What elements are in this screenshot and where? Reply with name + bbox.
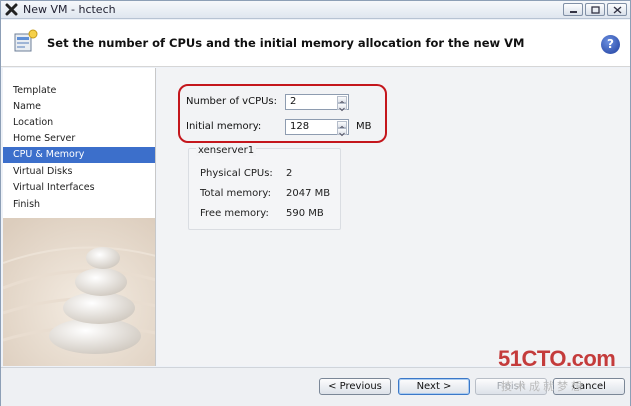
close-icon <box>613 6 622 14</box>
vcpus-value[interactable]: 2 <box>290 96 296 107</box>
wizard-header: Set the number of CPUs and the initial m… <box>1 20 630 67</box>
question-mark-icon[interactable]: ? <box>601 35 620 54</box>
page-title: Set the number of CPUs and the initial m… <box>47 36 525 50</box>
memory-spin-buttons <box>337 121 347 137</box>
previous-button[interactable]: < Previous <box>319 378 391 395</box>
memory-value[interactable]: 128 <box>290 121 309 132</box>
watermark-slogan: 技术成就梦想 <box>501 380 585 393</box>
server-info-group: xenserver1 Physical CPUs: 2 Total memory… <box>188 145 341 230</box>
sidebar-item-cpu-memory[interactable]: CPU & Memory <box>3 147 155 163</box>
vcpus-stepper[interactable]: 2 <box>285 94 349 112</box>
vcpus-spin-buttons <box>337 96 347 112</box>
maximize-icon <box>591 6 600 14</box>
highlight-annotation <box>178 84 387 143</box>
new-vm-window: New VM - hctech Set the number of CPUs a… <box>0 0 631 406</box>
minimize-button[interactable] <box>563 3 583 16</box>
cpu-memory-panel: Number of vCPUs: 2 Initial memory: 128 M… <box>157 68 630 366</box>
watermark-logo: 51CTO.com <box>498 346 616 371</box>
free-memory-value: 590 MB <box>286 208 324 219</box>
server-name: xenserver1 <box>196 145 257 156</box>
vcpus-label: Number of vCPUs: <box>186 96 277 107</box>
physical-cpus-label: Physical CPUs: <box>200 168 273 179</box>
physical-cpus-value: 2 <box>286 168 293 179</box>
free-memory-label: Free memory: <box>200 208 269 219</box>
vm-wizard-icon <box>14 29 38 52</box>
title-bar: New VM - hctech <box>1 1 630 19</box>
sidebar-item-location[interactable]: Location <box>3 115 155 131</box>
memory-decrement-button[interactable] <box>337 128 347 137</box>
memory-label: Initial memory: <box>186 121 262 132</box>
sidebar-item-home-server[interactable]: Home Server <box>3 131 155 147</box>
chevron-down-icon <box>339 132 345 137</box>
total-memory-label: Total memory: <box>200 188 271 199</box>
close-window-button[interactable] <box>607 3 627 16</box>
memory-unit-label: MB <box>356 121 372 132</box>
zen-stones-image <box>3 218 155 366</box>
xen-x-icon <box>5 3 18 16</box>
memory-increment-button[interactable] <box>337 121 347 130</box>
sidebar-item-virtual-interfaces[interactable]: Virtual Interfaces <box>3 180 155 196</box>
sidebar-item-template[interactable]: Template <box>3 83 155 99</box>
window-title: New VM - hctech <box>23 3 116 16</box>
total-memory-value: 2047 MB <box>286 188 331 199</box>
minimize-icon <box>570 11 577 13</box>
sidebar-item-finish[interactable]: Finish <box>3 197 155 213</box>
sidebar-item-name[interactable]: Name <box>3 99 155 115</box>
wizard-steps-sidebar: Template Name Location Home Server CPU &… <box>3 68 156 366</box>
chevron-down-icon <box>339 107 345 112</box>
sidebar-item-virtual-disks[interactable]: Virtual Disks <box>3 164 155 180</box>
maximize-button[interactable] <box>585 3 605 16</box>
next-button[interactable]: Next > <box>398 378 470 395</box>
vcpus-decrement-button[interactable] <box>337 103 347 112</box>
vcpus-increment-button[interactable] <box>337 96 347 105</box>
memory-stepper[interactable]: 128 <box>285 119 349 137</box>
